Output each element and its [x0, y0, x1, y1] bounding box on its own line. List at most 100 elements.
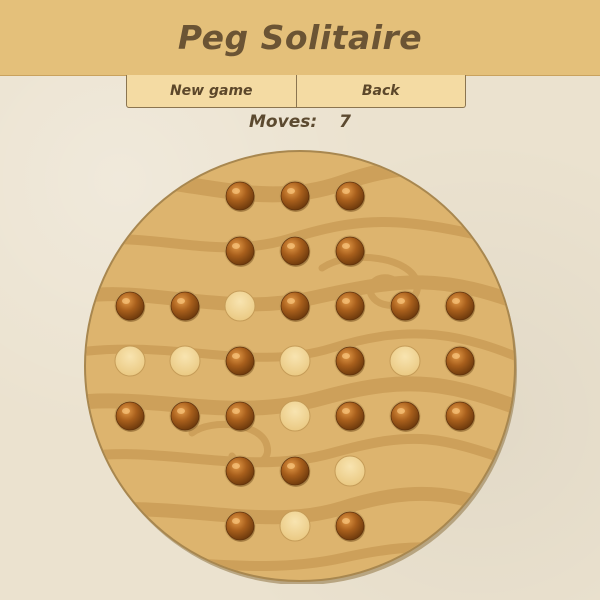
peg-highlight: [342, 353, 350, 359]
peg-ball: [170, 401, 200, 431]
peg-ball: [335, 401, 365, 431]
peg-ball: [335, 291, 365, 321]
peg-highlight: [177, 298, 185, 304]
peg-highlight: [232, 408, 240, 414]
peg-ball: [445, 346, 475, 376]
peg-ball: [390, 401, 420, 431]
peg[interactable]: [334, 290, 366, 322]
peg[interactable]: [279, 455, 311, 487]
empty-hole[interactable]: [224, 290, 256, 322]
peg-ball: [445, 401, 475, 431]
peg-highlight: [232, 188, 240, 194]
peg-highlight: [342, 298, 350, 304]
hole: [224, 290, 256, 322]
peg[interactable]: [224, 510, 256, 542]
peg-highlight: [452, 408, 460, 414]
peg-ball: [445, 291, 475, 321]
peg-highlight: [342, 188, 350, 194]
peg-highlight: [232, 518, 240, 524]
peg-highlight: [342, 408, 350, 414]
empty-hole[interactable]: [279, 345, 311, 377]
peg-ball: [115, 401, 145, 431]
peg[interactable]: [169, 400, 201, 432]
empty-hole[interactable]: [279, 510, 311, 542]
peg-ball: [335, 181, 365, 211]
peg[interactable]: [224, 455, 256, 487]
peg[interactable]: [334, 345, 366, 377]
peg-highlight: [397, 298, 405, 304]
peg-highlight: [232, 463, 240, 469]
peg-highlight: [452, 353, 460, 359]
peg[interactable]: [279, 235, 311, 267]
hole: [334, 455, 366, 487]
moves-label: Moves:: [249, 112, 318, 132]
peg[interactable]: [444, 400, 476, 432]
peg-ball: [225, 511, 255, 541]
empty-hole[interactable]: [169, 345, 201, 377]
peg-ball: [225, 236, 255, 266]
peg-ball: [335, 511, 365, 541]
peg[interactable]: [334, 235, 366, 267]
peg[interactable]: [279, 180, 311, 212]
peg-highlight: [122, 408, 130, 414]
peg[interactable]: [224, 235, 256, 267]
game-board: [82, 148, 518, 584]
peg-ball: [390, 291, 420, 321]
peg-highlight: [177, 408, 185, 414]
moves-count: 7: [339, 112, 351, 132]
peg[interactable]: [114, 400, 146, 432]
peg-highlight: [342, 518, 350, 524]
hole: [114, 345, 146, 377]
peg-ball: [280, 291, 310, 321]
empty-hole[interactable]: [334, 455, 366, 487]
hole: [169, 345, 201, 377]
hole: [279, 400, 311, 432]
peg-highlight: [287, 243, 295, 249]
empty-hole[interactable]: [279, 400, 311, 432]
peg[interactable]: [169, 290, 201, 322]
peg[interactable]: [334, 180, 366, 212]
peg-highlight: [122, 298, 130, 304]
board-svg: [84, 150, 517, 584]
hole: [389, 345, 421, 377]
empty-hole[interactable]: [114, 345, 146, 377]
hole: [279, 510, 311, 542]
toolbar: New game Back: [126, 75, 466, 108]
moves-counter: Moves: 7: [0, 112, 600, 132]
peg-ball: [115, 291, 145, 321]
empty-hole[interactable]: [389, 345, 421, 377]
peg[interactable]: [279, 290, 311, 322]
peg-ball: [335, 346, 365, 376]
peg-ball: [225, 181, 255, 211]
peg[interactable]: [334, 510, 366, 542]
peg-highlight: [232, 243, 240, 249]
back-button[interactable]: Back: [295, 75, 466, 107]
peg[interactable]: [224, 345, 256, 377]
peg[interactable]: [114, 290, 146, 322]
peg-highlight: [342, 243, 350, 249]
peg[interactable]: [389, 400, 421, 432]
peg-ball: [170, 291, 200, 321]
peg[interactable]: [389, 290, 421, 322]
peg-highlight: [232, 353, 240, 359]
peg[interactable]: [224, 180, 256, 212]
peg[interactable]: [224, 400, 256, 432]
peg-ball: [225, 456, 255, 486]
peg-highlight: [452, 298, 460, 304]
new-game-button[interactable]: New game: [127, 75, 296, 107]
game-title: Peg Solitaire: [177, 18, 423, 57]
peg[interactable]: [444, 345, 476, 377]
peg-ball: [335, 236, 365, 266]
peg[interactable]: [444, 290, 476, 322]
peg-highlight: [287, 463, 295, 469]
peg[interactable]: [334, 400, 366, 432]
peg-highlight: [287, 298, 295, 304]
peg-ball: [225, 346, 255, 376]
peg-ball: [280, 456, 310, 486]
peg-ball: [280, 181, 310, 211]
peg-ball: [225, 401, 255, 431]
hole: [279, 345, 311, 377]
peg-highlight: [287, 188, 295, 194]
peg-ball: [280, 236, 310, 266]
header-bar: Peg Solitaire: [0, 0, 600, 76]
